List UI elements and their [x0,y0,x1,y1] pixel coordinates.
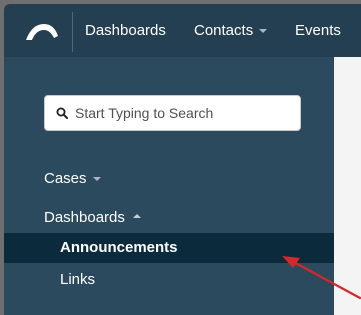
sidebar-item-dashboards-label: Dashboards [44,209,125,226]
nav-dashboards[interactable]: Dashboards [85,21,166,41]
app-window: Dashboards Contacts Events Cases Dashboa… [0,0,361,315]
chevron-down-icon [259,29,268,34]
sidebar-item-links-label: Links [60,271,96,288]
topbar-divider [72,12,73,52]
nav-contacts-label: Contacts [194,22,254,39]
sidebar-item-cases[interactable]: Cases [44,169,101,189]
top-navigation-bar: Dashboards Contacts Events [4,4,361,57]
sidebar-item-cases-label: Cases [44,170,87,187]
sidebar-item-dashboards[interactable]: Dashboards [44,208,141,228]
search-input[interactable] [75,96,295,130]
sidebar-item-announcements-label: Announcements [60,239,178,256]
nav-contacts[interactable]: Contacts [194,21,268,41]
search-icon [56,107,68,119]
nav-events[interactable]: Events [295,21,341,41]
search-box[interactable] [44,95,301,131]
chevron-down-icon [92,177,101,182]
app-logo-icon[interactable] [24,20,60,42]
nav-dashboards-label: Dashboards [85,22,166,39]
chevron-up-icon [132,214,141,219]
red-arrow-icon [282,256,361,300]
nav-events-label: Events [295,22,341,39]
